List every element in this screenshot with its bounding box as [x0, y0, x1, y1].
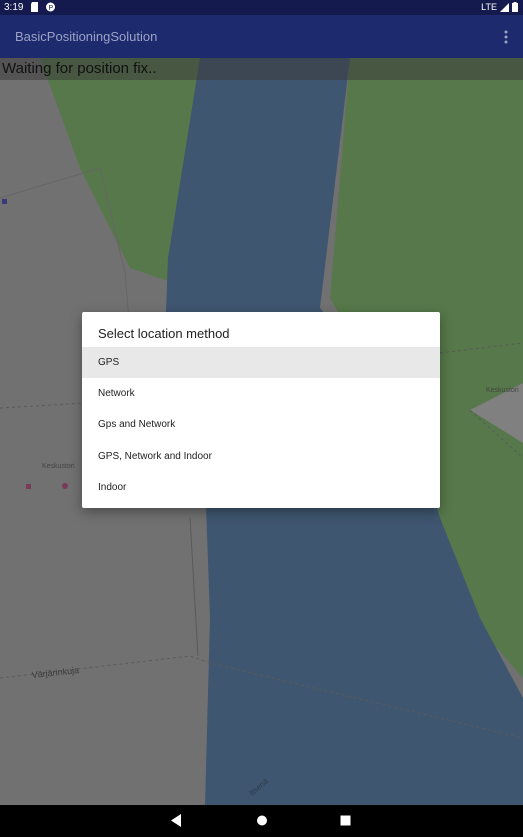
option-gps-and-network[interactable]: Gps and Network [82, 409, 440, 440]
app-title: BasicPositioningSolution [15, 29, 158, 44]
app-bar: BasicPositioningSolution [0, 15, 523, 58]
map-label: Keskustori [486, 387, 519, 394]
location-method-dialog: Select location method GPS Network Gps a… [82, 312, 440, 508]
status-time: 3:19 [4, 2, 24, 13]
position-status-banner: Waiting for position fix.. [0, 58, 523, 80]
option-network[interactable]: Network [82, 378, 440, 409]
recents-icon[interactable] [340, 814, 351, 827]
battery-icon [512, 2, 518, 12]
status-right: LTE [481, 2, 518, 12]
network-type: LTE [481, 2, 497, 12]
option-indoor[interactable]: Indoor [82, 472, 440, 503]
dialog-title: Select location method [98, 326, 230, 341]
status-bar: 3:19 P LTE [0, 0, 523, 15]
svg-text:P: P [49, 5, 54, 12]
map-label: Keskustori [42, 463, 75, 470]
sd-card-icon [31, 2, 38, 12]
overflow-menu-icon[interactable] [503, 29, 509, 45]
option-gps[interactable]: GPS [82, 347, 440, 378]
map-poi-icon [26, 484, 31, 489]
signal-icon [500, 2, 509, 12]
option-gps-network-indoor[interactable]: GPS, Network and Indoor [82, 441, 440, 472]
back-icon[interactable] [171, 814, 183, 827]
map-poi-icon [2, 199, 7, 204]
notification-icon: P [46, 2, 55, 12]
home-icon[interactable] [256, 814, 268, 827]
navigation-bar [0, 805, 523, 837]
map-poi-icon [62, 483, 68, 489]
